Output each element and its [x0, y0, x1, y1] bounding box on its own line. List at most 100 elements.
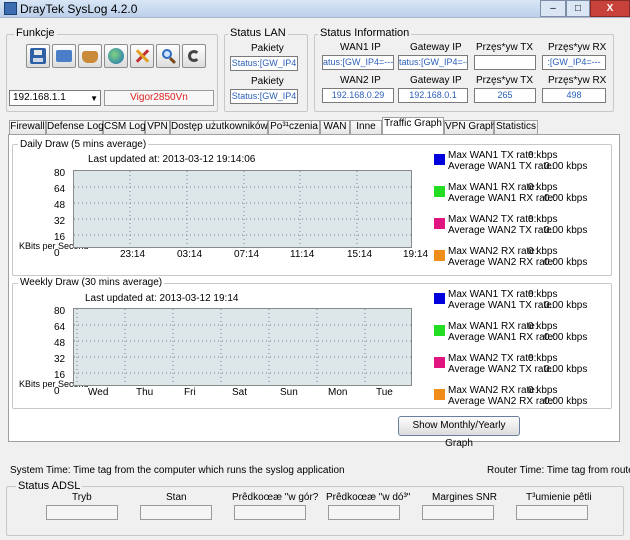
adsl-attenuation-field: [516, 505, 588, 520]
show-monthly-yearly-button[interactable]: Show Monthly/Yearly Graph: [398, 416, 520, 449]
lan-packets-label-2: Pakiety: [251, 76, 284, 87]
gateway1-ip-label: Gateway IP: [410, 42, 462, 53]
tab-statistics[interactable]: Statistics: [494, 120, 538, 134]
daily-legend-label-wan1-tx-avg: Average WAN1 TX rate:: [448, 161, 555, 172]
wan2-ip-label: WAN2 IP: [340, 75, 381, 86]
tab-other[interactable]: Inne: [350, 120, 382, 134]
daily-legend-label-wan1-rx-max: Max WAN1 RX rate:: [448, 182, 538, 193]
weekly-legend-value-wan2-rx-avg: 0.00 kbps: [544, 396, 588, 407]
functions-title: Funkcje: [14, 27, 57, 39]
daily-legend-swatch-wan2-tx: [434, 218, 445, 229]
daily-ytick-80: 80: [54, 168, 66, 179]
tab-firewall[interactable]: Firewall: [9, 120, 46, 134]
open-folder-button[interactable]: [52, 44, 76, 68]
daily-legend-value-wan2-tx-max: 0 kbps: [528, 214, 558, 225]
adsl-snr-label: Margines SNR: [432, 492, 498, 503]
tab-defense-log[interactable]: Defense Log: [46, 120, 104, 134]
daily-chart-grid: [74, 171, 413, 249]
weekly-ytick-80: 80: [54, 306, 66, 317]
tab-csm-log[interactable]: CSM Log: [103, 120, 146, 134]
daily-legend-value-wan1-rx-avg: 0.00 kbps: [544, 193, 588, 204]
system-time-note: System Time: Time tag from the computer …: [10, 465, 345, 476]
weekly-xtick-wed: Wed: [88, 387, 109, 398]
daily-legend-value-wan1-rx-max: 0 kbps: [528, 182, 558, 193]
globe-button[interactable]: [104, 44, 128, 68]
save-icon: [30, 48, 46, 64]
daily-ytick-64: 64: [54, 184, 66, 195]
daily-xtick-5: 15:14: [347, 249, 373, 260]
rx1-field: :[GW_IP4=---: [542, 55, 606, 70]
wan1-ip-field: atus:[GW_IP4=---: [322, 55, 394, 70]
adsl-state-field: [140, 505, 212, 520]
weekly-legend-label-wan1-tx-max: Max WAN1 TX rate:: [448, 289, 537, 300]
tab-connections[interactable]: Po³¹czenia: [268, 120, 320, 134]
adsl-upstream-field: [234, 505, 306, 520]
tab-user-access[interactable]: Dostęp użutkowników: [170, 120, 268, 134]
lan-packets-label-1: Pakiety: [251, 43, 284, 54]
tab-vpn[interactable]: VPN: [145, 120, 170, 134]
weekly-legend-value-wan2-rx-max: 0 kbps: [528, 385, 558, 396]
weekly-legend-swatch-wan1-rx: [434, 325, 445, 336]
minimize-button[interactable]: –: [540, 0, 566, 17]
wan1-ip-label: WAN1 IP: [340, 42, 381, 53]
adsl-mode-field: [46, 505, 118, 520]
close-button[interactable]: X: [590, 0, 630, 17]
weekly-legend-label-wan1-rx-avg: Average WAN1 RX rate:: [448, 332, 556, 343]
daily-legend-label-wan2-rx-max: Max WAN2 RX rate:: [448, 246, 538, 257]
daily-legend-label-wan2-tx-avg: Average WAN2 TX rate:: [448, 225, 555, 236]
tx1-label: Przęs*yw TX: [476, 42, 534, 53]
basket-icon: [82, 51, 98, 63]
search-icon: [160, 48, 177, 65]
window-title: DrayTek SysLog 4.2.0: [20, 2, 138, 16]
app-icon: [4, 2, 17, 15]
title-bar: DrayTek SysLog 4.2.0 – □ X: [0, 0, 630, 18]
tx1-field: [474, 55, 536, 70]
status-lan-title: Status LAN: [228, 27, 288, 39]
weekly-legend-swatch-wan2-rx: [434, 389, 445, 400]
adsl-attenuation-label: T³umienie pêtli: [526, 492, 592, 503]
weekly-xtick-thu: Thu: [136, 387, 154, 398]
rx1-label: Przęs*yw RX: [548, 42, 607, 53]
refresh-button[interactable]: [182, 44, 206, 68]
tab-wan[interactable]: WAN: [320, 120, 350, 134]
daily-xtick-1: 23:14: [120, 249, 146, 260]
tab-traffic-graph[interactable]: Traffic Graph: [382, 117, 444, 134]
tab-vpn-graph[interactable]: VPN Graph: [444, 120, 496, 134]
adsl-snr-field: [422, 505, 494, 520]
weekly-chart-plot: [73, 308, 413, 387]
daily-legend-swatch-wan1-rx: [434, 186, 445, 197]
weekly-legend-label-wan1-rx-max: Max WAN1 RX rate:: [448, 321, 538, 332]
search-button[interactable]: [156, 44, 180, 68]
weekly-updated: Last updated at: 2013-03-12 19:14: [85, 293, 239, 304]
weekly-legend-value-wan1-tx-max: 0 kbps: [528, 289, 558, 300]
maximize-button[interactable]: □: [566, 0, 590, 17]
daily-updated: Last updated at: 2013-03-12 19:14:06: [88, 154, 256, 165]
weekly-ytick-48: 48: [54, 338, 66, 349]
status-adsl-title: Status ADSL: [16, 480, 83, 492]
daily-xtick-6: 19:14: [403, 249, 429, 260]
router-ip-select[interactable]: 192.168.1.1 ▼: [9, 90, 101, 106]
weekly-chart-grid: [74, 309, 413, 387]
weekly-legend-value-wan2-tx-avg: 0.00 kbps: [544, 364, 588, 375]
tx2-field: 265: [474, 88, 536, 103]
adsl-upstream-label: Prêdkoœæ "w gór?: [232, 492, 319, 503]
weekly-ytick-64: 64: [54, 322, 66, 333]
router-ip-value: 192.168.1.1: [13, 92, 66, 103]
wan2-ip-field: 192.168.0.29: [322, 88, 394, 103]
adsl-state-label: Stan: [166, 492, 187, 503]
daily-legend-value-wan2-rx-max: 0 kbps: [528, 246, 558, 257]
daily-xtick-3: 07:14: [234, 249, 260, 260]
tools-button[interactable]: [130, 44, 154, 68]
save-button[interactable]: [26, 44, 50, 68]
basket-button[interactable]: [78, 44, 102, 68]
weekly-draw-title: Weekly Draw (30 mins average): [18, 277, 165, 288]
weekly-legend-label-wan2-rx-avg: Average WAN2 RX rate:: [448, 396, 556, 407]
router-name: Vigor2850Vn: [104, 90, 214, 106]
adsl-downstream-label: Prêdkoœæ "w dó³": [326, 492, 411, 503]
gateway1-ip-field: tatus:[GW_IP4=---: [398, 55, 468, 70]
daily-chart-plot: [73, 170, 413, 249]
lan-packets-field-1: Status:[GW_IP4: [230, 56, 298, 71]
rx2-label: Przęs*yw RX: [548, 75, 607, 86]
weekly-xtick-sun: Sun: [280, 387, 298, 398]
daily-xtick-4: 11:14: [290, 249, 315, 260]
